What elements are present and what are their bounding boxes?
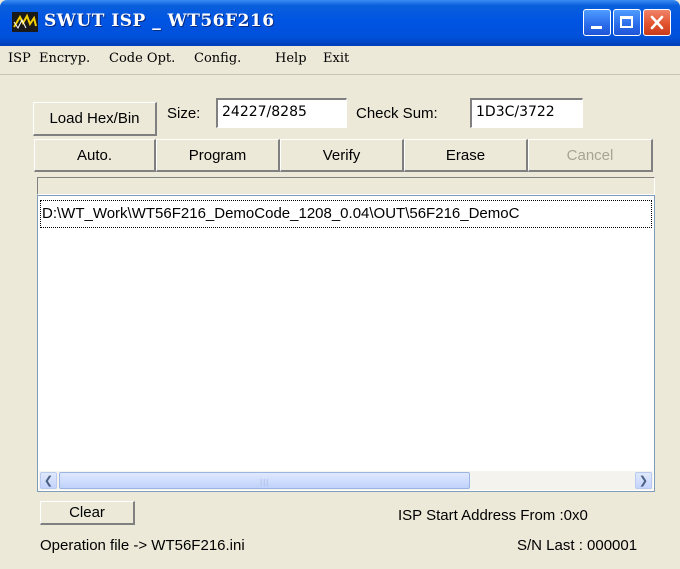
auto-button[interactable]: Auto. (34, 139, 156, 172)
maximize-button[interactable] (613, 9, 641, 36)
checksum-label: Check Sum: (356, 105, 438, 122)
verify-button[interactable]: Verify (280, 139, 404, 172)
menu-isp[interactable]: ISP (8, 51, 31, 66)
arrow-left-icon[interactable]: ❮ (40, 472, 57, 489)
wave-logo-icon (12, 12, 38, 32)
load-hex-bin-button[interactable]: Load Hex/Bin (33, 102, 157, 136)
title-bar[interactable]: SWUT ISP _ WT56F216 (0, 0, 680, 46)
close-icon (650, 15, 664, 30)
cancel-button: Cancel (528, 139, 653, 172)
size-label: Size: (167, 105, 201, 122)
arrow-right-icon[interactable]: ❯ (635, 472, 652, 489)
app-window: SWUT ISP _ WT56F216 ISP Encryp. Code Opt… (0, 0, 680, 569)
log-listbox[interactable]: D:\WT_Work\WT56F216_DemoCode_1208_0.04\O… (37, 195, 655, 492)
clear-button[interactable]: Clear (40, 501, 135, 525)
grip-icon: ||| (260, 478, 270, 487)
menu-exit[interactable]: Exit (323, 51, 349, 66)
minimize-button[interactable] (583, 9, 611, 36)
sn-last-label: S/N Last : 000001 (517, 537, 638, 554)
menu-encryp[interactable]: Encryp. (39, 51, 90, 66)
erase-button[interactable]: Erase (404, 139, 528, 172)
maximize-icon (620, 16, 633, 28)
progress-bar (37, 177, 655, 195)
log-line[interactable]: D:\WT_Work\WT56F216_DemoCode_1208_0.04\O… (40, 200, 652, 228)
program-button[interactable]: Program (156, 139, 280, 172)
operation-file-label: Operation file -> WT56F216.ini (40, 537, 245, 554)
window-title: SWUT ISP _ WT56F216 (44, 11, 275, 31)
minimize-icon (591, 26, 602, 29)
isp-start-address: ISP Start Address From :0x0 (398, 507, 588, 524)
size-field[interactable]: 24227/8285 (216, 98, 347, 128)
menu-config[interactable]: Config. (194, 51, 241, 66)
horizontal-scrollbar[interactable]: ❮ ||| ❯ (39, 471, 653, 490)
menu-code-opt[interactable]: Code Opt. (109, 51, 175, 66)
close-button[interactable] (643, 9, 671, 36)
scroll-thumb[interactable]: ||| (59, 472, 470, 489)
menu-bar: ISP Encryp. Code Opt. Config. Help Exit (0, 46, 680, 75)
menu-help[interactable]: Help (275, 51, 307, 66)
checksum-field[interactable]: 1D3C/3722 (470, 98, 583, 128)
